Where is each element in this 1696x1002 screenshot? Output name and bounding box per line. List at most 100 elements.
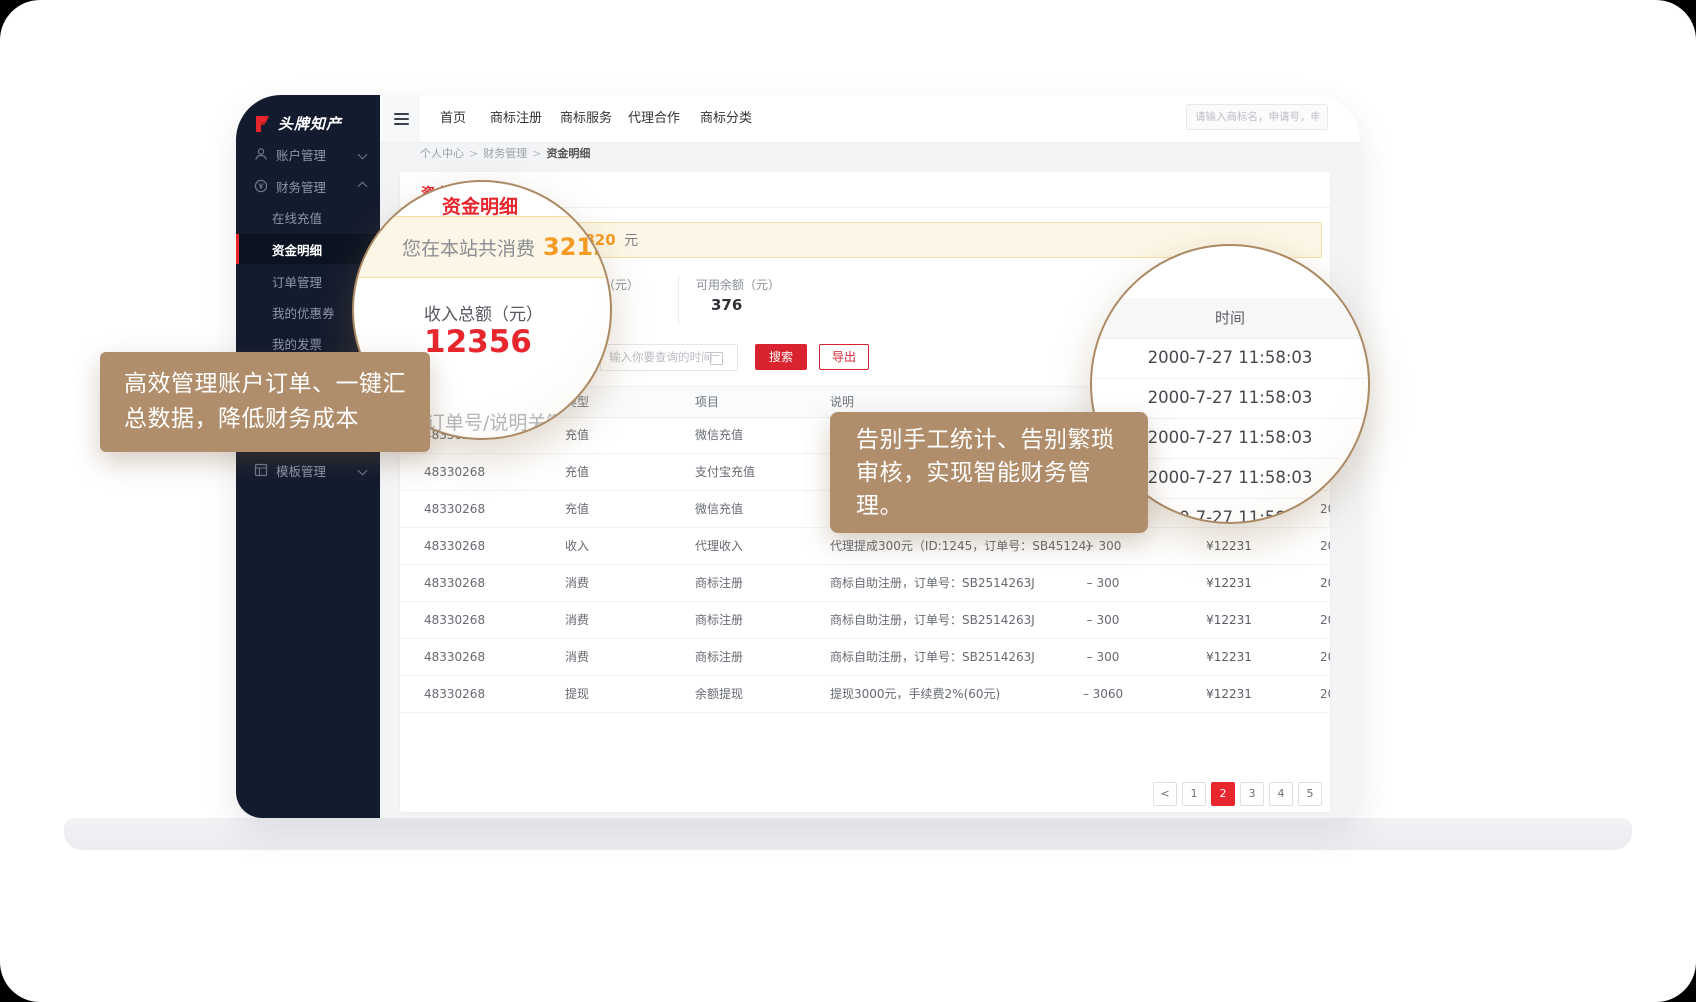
magnified-banner-prefix: 您在本站共消费 bbox=[402, 234, 535, 261]
brand-logo[interactable]: 头牌知产 bbox=[252, 113, 342, 134]
cell-project: 商标注册 bbox=[695, 602, 743, 638]
laptop-base bbox=[64, 818, 1632, 850]
sidebar-item-finance[interactable]: 财务管理 bbox=[236, 171, 380, 201]
nav-item-services[interactable]: 商标服务 bbox=[560, 95, 612, 142]
breadcrumb-separator: > bbox=[469, 147, 478, 160]
cell-order: 48330268 bbox=[424, 528, 485, 564]
table-row: 48330268 提现 余额提现 提现3000元，手续费2%(60元) – 30… bbox=[400, 676, 1330, 713]
template-icon bbox=[254, 463, 268, 477]
sidebar-item-label: 账户管理 bbox=[276, 145, 326, 164]
cell-desc: 提现3000元，手续费2%(60元) bbox=[830, 676, 1000, 712]
table-row: 48330268 收入 代理收入 代理提成300元（ID:1245，订单号：SB… bbox=[400, 528, 1330, 565]
table-row: 48330268 消费 商标注册 商标自助注册，订单号：SB2514263J –… bbox=[400, 639, 1330, 676]
nav-item-register[interactable]: 商标注册 bbox=[490, 95, 542, 142]
chevron-down-icon bbox=[358, 465, 368, 475]
callout-left: 高效管理账户订单、一键汇总数据，降低财务成本 bbox=[100, 352, 430, 452]
magnified-income-label: 收入总额（元） bbox=[424, 300, 543, 325]
banner-suffix: 元 bbox=[624, 233, 638, 249]
sidebar-subitem-label: 我的优惠券 bbox=[272, 303, 335, 322]
cell-project: 商标注册 bbox=[695, 639, 743, 675]
callout-left-text: 高效管理账户订单、一键汇总数据，降低财务成本 bbox=[124, 371, 406, 432]
chevron-up-icon bbox=[358, 181, 368, 191]
page-button-2-active[interactable]: 2 bbox=[1211, 782, 1235, 806]
cell-type: 充值 bbox=[565, 491, 589, 527]
cell-balance: ¥12231 bbox=[1184, 676, 1274, 712]
cell-project: 商标注册 bbox=[695, 565, 743, 601]
cell-time: 2000-7-27 11:58:03 bbox=[1320, 565, 1330, 601]
cell-desc: 代理提成300元（ID:1245，订单号：SB45124） bbox=[830, 528, 1098, 564]
cell-type: 充值 bbox=[565, 454, 589, 490]
nav-item-home[interactable]: 首页 bbox=[440, 95, 466, 142]
sidebar-subitem-label: 资金明细 bbox=[272, 240, 322, 259]
page-button-3[interactable]: 3 bbox=[1240, 782, 1264, 806]
top-navbar: 首页 商标注册 商标服务 代理合作 商标分类 bbox=[380, 95, 1360, 143]
cell-project: 支付宝充值 bbox=[695, 454, 755, 490]
cell-amount: – 300 bbox=[1068, 602, 1138, 638]
pagination: < 1 2 3 4 5 bbox=[1153, 782, 1322, 806]
magnified-tab-text: 资金明细 bbox=[442, 192, 518, 219]
magnified-keyword-placeholder: 订单号/说明关键 bbox=[426, 408, 565, 435]
breadcrumb-part[interactable]: 财务管理 bbox=[483, 147, 527, 160]
breadcrumb-part[interactable]: 个人中心 bbox=[420, 147, 464, 160]
cell-project: 余额提现 bbox=[695, 676, 743, 712]
magnified-banner-amount: 32124 bbox=[543, 233, 612, 261]
sidebar-subitem-label: 我的发票 bbox=[272, 334, 322, 353]
stat-divider bbox=[678, 276, 679, 324]
callout-right: 告别手工统计、告别繁琐审核，实现智能财务管理。 bbox=[830, 412, 1148, 533]
brand-flag-icon bbox=[252, 114, 272, 134]
chevron-down-icon bbox=[358, 149, 368, 159]
marketing-canvas: 头牌知产 账户管理 财务管理 在线充值 资金明细 订单管理 bbox=[0, 0, 1696, 1002]
finance-icon bbox=[254, 179, 268, 193]
cell-desc: 商标自助注册，订单号：SB2514263J bbox=[830, 565, 1035, 601]
cell-time: 2000-7-27 11:58:03 bbox=[1320, 528, 1330, 564]
cell-desc: 商标自助注册，订单号：SB2514263J bbox=[830, 639, 1035, 675]
page-button-4[interactable]: 4 bbox=[1269, 782, 1293, 806]
hamburger-menu-icon[interactable] bbox=[382, 95, 420, 142]
export-button[interactable]: 导出 bbox=[819, 344, 869, 370]
cell-balance: ¥12231 bbox=[1184, 528, 1274, 564]
cell-time: 2000-7-27 11:58:03 bbox=[1320, 639, 1330, 675]
cell-time: 2000-7-27 11:58:03 bbox=[1320, 676, 1330, 712]
table-row: 48330268 消费 商标注册 商标自助注册，订单号：SB2514263J –… bbox=[400, 565, 1330, 602]
cell-project: 代理收入 bbox=[695, 528, 743, 564]
cell-desc: 商标自助注册，订单号：SB2514263J bbox=[830, 602, 1035, 638]
cell-amount: – 300 bbox=[1068, 639, 1138, 675]
trademark-search-input[interactable] bbox=[1186, 104, 1328, 130]
breadcrumb: 个人中心 > 财务管理 > 资金明细 bbox=[420, 142, 590, 165]
cell-type: 收入 bbox=[565, 528, 589, 564]
cell-order: 48330268 bbox=[424, 491, 485, 527]
cell-amount: + 300 bbox=[1068, 528, 1138, 564]
calendar-icon[interactable] bbox=[710, 352, 723, 365]
nav-item-agency[interactable]: 代理合作 bbox=[628, 95, 680, 142]
sidebar-item-account[interactable]: 账户管理 bbox=[236, 139, 380, 169]
table-row: 48330268 消费 商标注册 商标自助注册，订单号：SB2514263J –… bbox=[400, 602, 1330, 639]
breadcrumb-current: 资金明细 bbox=[546, 147, 590, 160]
nav-item-categories[interactable]: 商标分类 bbox=[700, 95, 752, 142]
cell-type: 消费 bbox=[565, 565, 589, 601]
page-button-1[interactable]: 1 bbox=[1182, 782, 1206, 806]
sidebar-item-templates[interactable]: 模板管理 bbox=[236, 455, 380, 485]
cell-balance: ¥12231 bbox=[1184, 602, 1274, 638]
breadcrumb-separator: > bbox=[532, 147, 541, 160]
cell-type: 充值 bbox=[565, 417, 589, 453]
cell-amount: – 300 bbox=[1068, 565, 1138, 601]
cell-order: 48330268 bbox=[424, 639, 485, 675]
cell-type: 提现 bbox=[565, 676, 589, 712]
cell-balance: ¥12231 bbox=[1184, 639, 1274, 675]
cell-type: 消费 bbox=[565, 602, 589, 638]
cell-type: 消费 bbox=[565, 639, 589, 675]
magnified-time-header: 时间 bbox=[1092, 298, 1368, 339]
page-prev-button[interactable]: < bbox=[1153, 782, 1177, 806]
cell-order: 48330268 bbox=[424, 676, 485, 712]
cell-project: 微信充值 bbox=[695, 417, 743, 453]
header-project[interactable]: 项目 bbox=[695, 387, 705, 417]
sidebar-subitem-label: 在线充值 bbox=[272, 208, 322, 227]
stat-balance-value: 376 bbox=[711, 296, 742, 314]
cell-balance: ¥12231 bbox=[1184, 565, 1274, 601]
brand-name: 头牌知产 bbox=[278, 113, 342, 134]
cell-order: 48330268 bbox=[424, 565, 485, 601]
magnified-banner: 您在本站共消费 32124 bbox=[352, 216, 612, 278]
search-button[interactable]: 搜索 bbox=[755, 344, 807, 370]
cell-amount: – 3060 bbox=[1068, 676, 1138, 712]
page-button-5[interactable]: 5 bbox=[1298, 782, 1322, 806]
